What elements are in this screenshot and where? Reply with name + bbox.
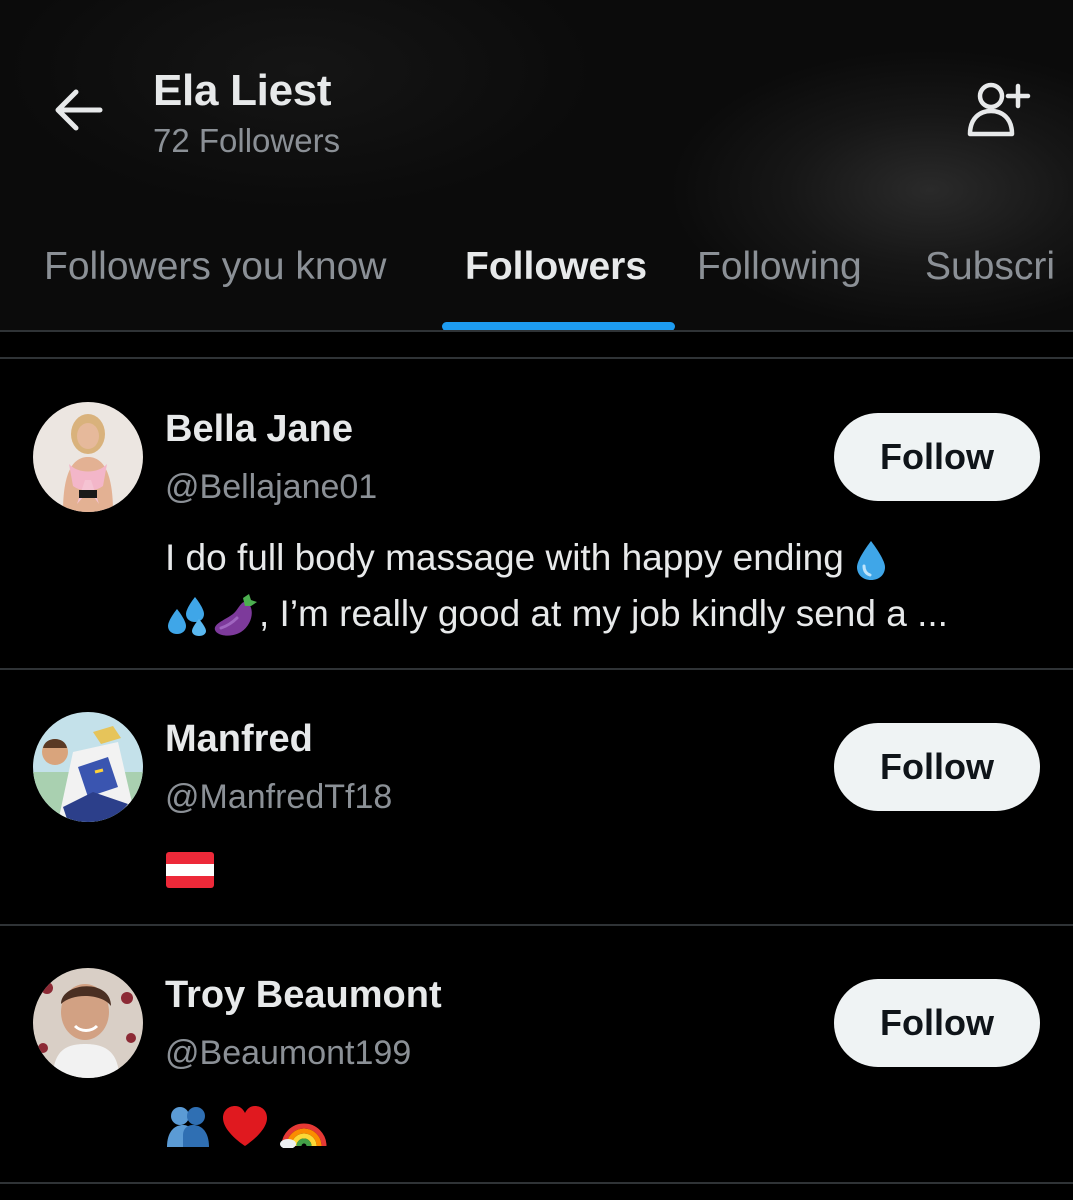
profile-header: Ela Liest 72 Followers Followers you kno… <box>0 0 1073 331</box>
user-handle: @Bellajane01 <box>165 468 378 506</box>
user-display-name[interactable]: Manfred <box>165 718 313 761</box>
people-hugging-icon <box>165 1103 211 1149</box>
avatar[interactable] <box>33 968 143 1078</box>
add-user-button[interactable] <box>960 78 1036 146</box>
rainbow-icon <box>279 1104 328 1149</box>
tab-followers-you-know[interactable]: Followers you know <box>44 236 386 331</box>
page-title: Ela Liest <box>153 66 332 115</box>
bio-line: I do full body massage with happy ending <box>165 530 1045 586</box>
avatar[interactable] <box>33 402 143 512</box>
user-handle: @Beaumont199 <box>165 1034 412 1072</box>
follower-count: 72 Followers <box>153 122 341 159</box>
follow-button[interactable]: Follow <box>834 979 1040 1067</box>
tab-bar: Followers you know Followers Following S… <box>0 236 1073 331</box>
follow-button[interactable]: Follow <box>834 413 1040 501</box>
user-display-name[interactable]: Troy Beaumont <box>165 974 442 1017</box>
user-display-name[interactable]: Bella Jane <box>165 408 353 451</box>
bio-line: , I’m really good at my job kindly send … <box>165 586 1045 642</box>
row-divider <box>0 1182 1073 1184</box>
back-button[interactable] <box>44 78 112 146</box>
list-top-divider <box>0 357 1073 359</box>
red-heart-icon <box>221 1104 269 1148</box>
tabs-divider <box>0 330 1073 332</box>
person-add-icon <box>965 80 1031 145</box>
user-bio <box>165 1096 1045 1152</box>
avatar[interactable] <box>33 712 143 822</box>
user-bio: I do full body massage with happy ending… <box>165 530 1045 642</box>
tab-following[interactable]: Following <box>697 236 862 331</box>
eggplant-icon <box>211 594 259 638</box>
sweat-droplets-icon <box>165 595 211 637</box>
tab-subscriptions[interactable]: Subscri <box>925 236 1055 331</box>
flag-austria-icon <box>165 851 215 889</box>
tab-followers[interactable]: Followers <box>465 236 647 331</box>
user-row-bella-jane[interactable]: Bella Jane @Bellajane01 Follow I do full… <box>0 360 1073 668</box>
user-bio <box>165 840 1045 896</box>
arrow-left-icon <box>52 88 104 137</box>
user-row-troy-beaumont[interactable]: Troy Beaumont @Beaumont199 Follow <box>0 926 1073 1182</box>
droplet-icon <box>854 539 888 581</box>
user-handle: @ManfredTf18 <box>165 778 393 816</box>
user-row-manfred[interactable]: Manfred @ManfredTf18 Follow <box>0 670 1073 924</box>
follow-button[interactable]: Follow <box>834 723 1040 811</box>
